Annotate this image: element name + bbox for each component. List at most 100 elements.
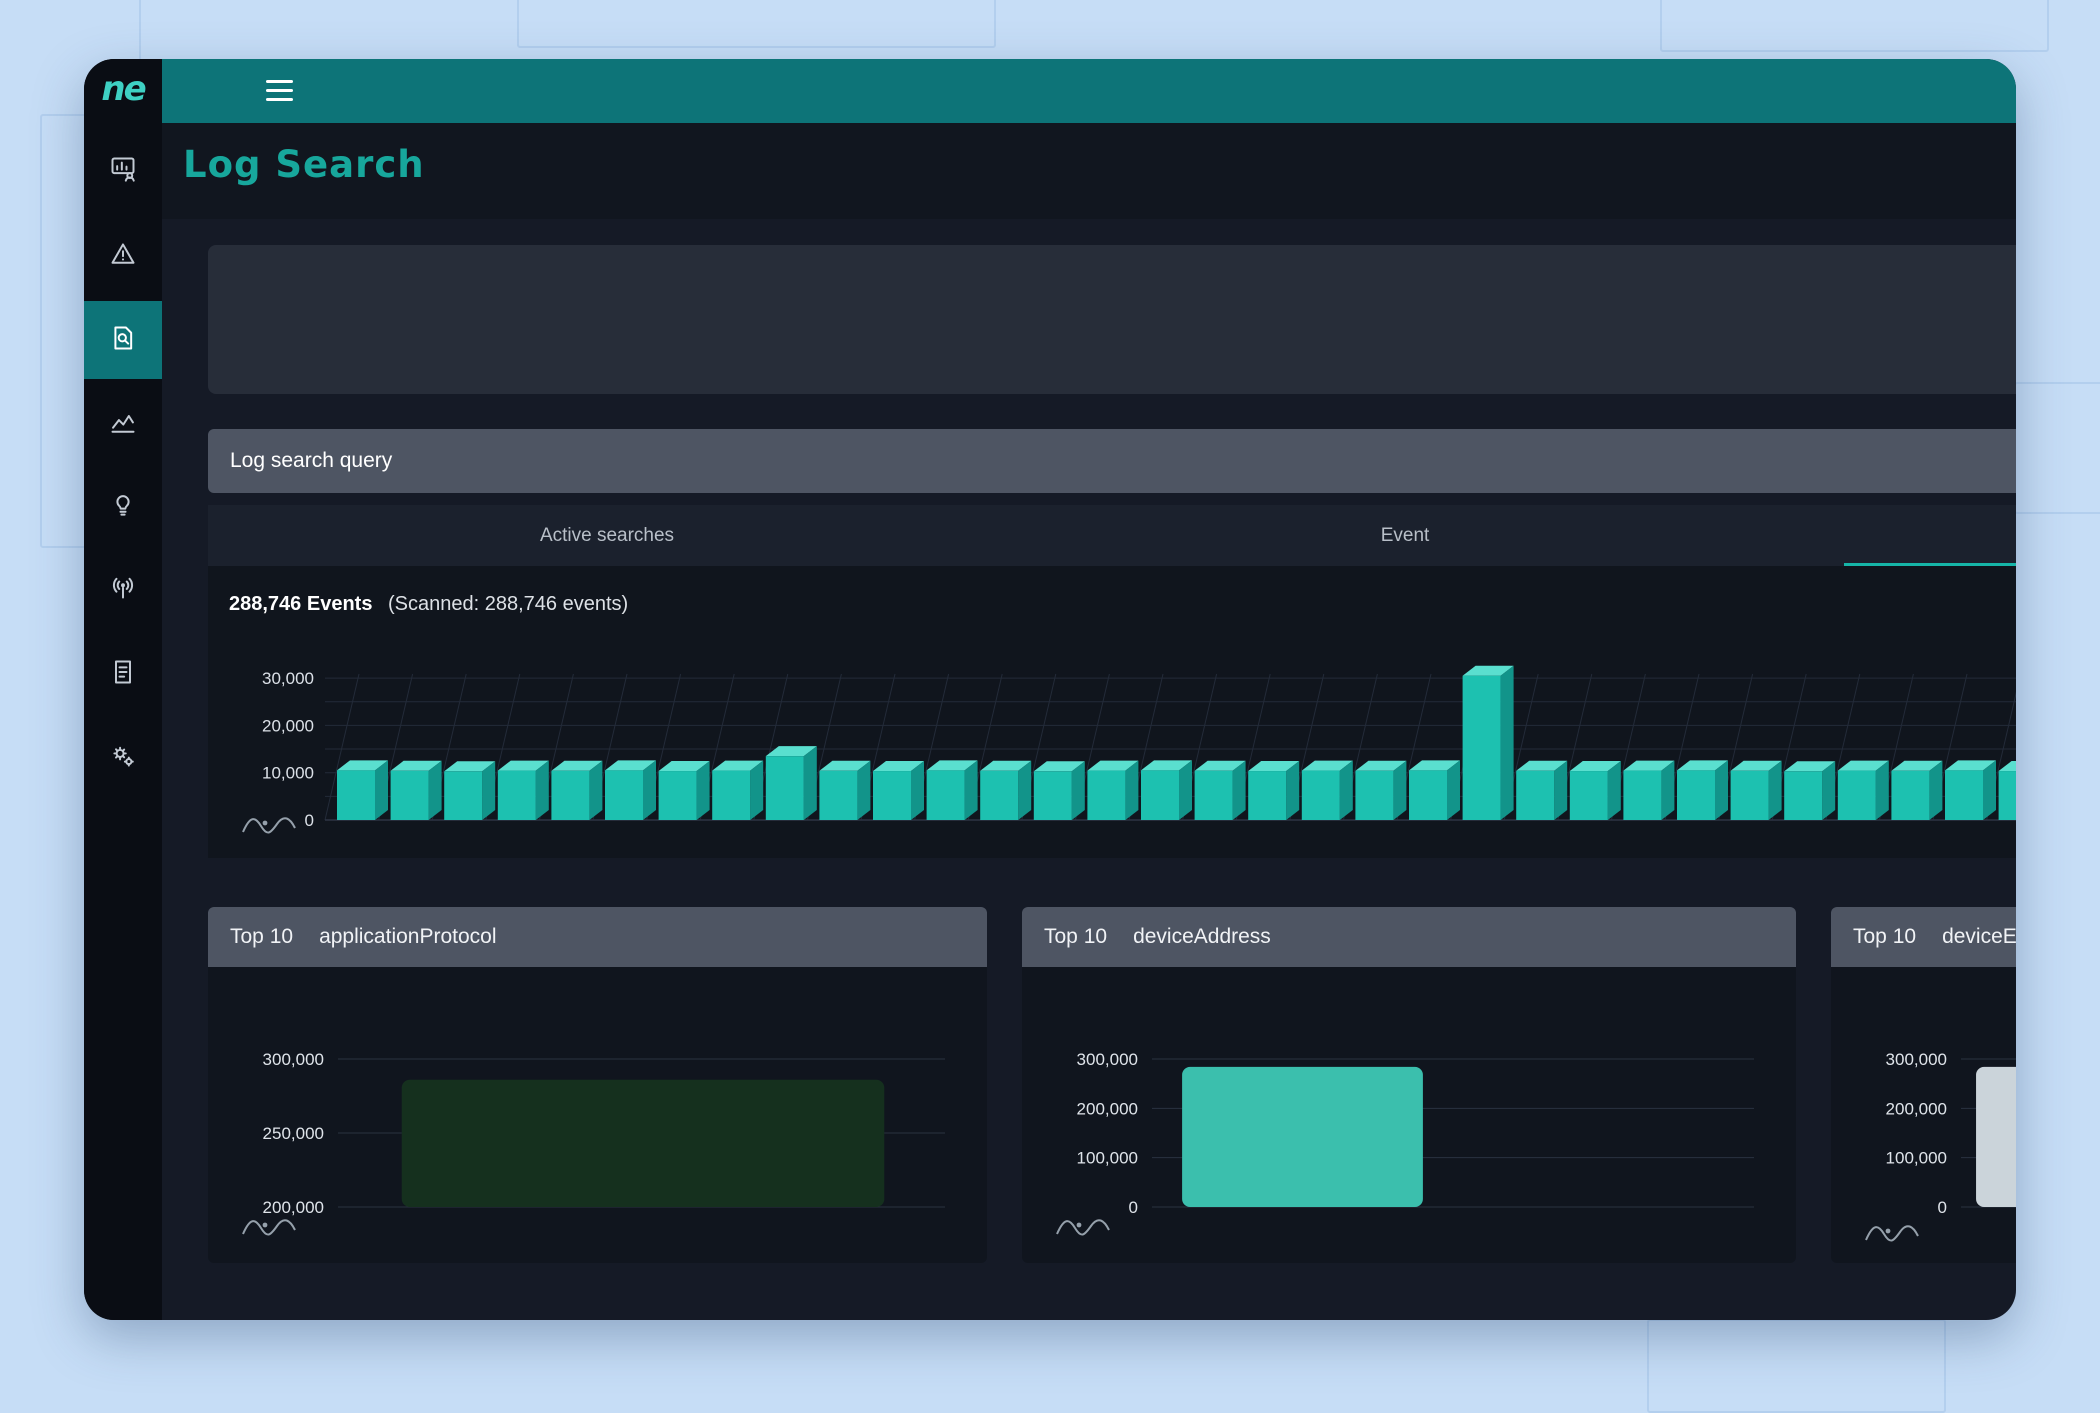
sidebar-item-log-search[interactable] [84,301,162,379]
bar-side [857,761,870,820]
bar-side [1983,760,1996,820]
tab-selected[interactable] [1804,505,2016,566]
bar [1182,1067,1423,1207]
top10-deviceEvent-panel: Top 10 deviceEv 300,000200,000100,0000 [1831,907,2016,1263]
events-scanned: (Scanned: 288,746 events) [388,593,628,615]
top10-field: applicationProtocol [319,925,496,949]
top10-deviceAddress-panel: Top 10 deviceAddress 300,000200,000100,0… [1022,907,1796,1263]
sidebar-item-trends[interactable] [84,394,162,456]
top10-prefix: Top 10 [1853,925,1916,949]
bar-side [1769,761,1782,820]
top10-field: deviceAddress [1133,925,1271,949]
bar [1302,771,1340,820]
bar [1945,770,1983,820]
sidebar-item-alerts[interactable] [84,225,162,287]
report-icon [109,658,137,691]
bar-side [1501,666,1514,820]
ideas-icon [109,489,137,522]
bar [1891,771,1929,820]
bar-side [1233,761,1246,820]
sidebar-item-insights[interactable] [84,140,162,202]
top10-field: deviceEv [1942,925,2016,949]
top10-applicationProtocol-chart[interactable]: 300,000250,000200,000 [208,967,987,1263]
log-search-icon [109,324,137,357]
bar-side [1447,760,1460,820]
tab-event[interactable]: Event [1006,505,1804,566]
bar [605,770,643,820]
alerts-icon [109,240,137,273]
sparkline-icon[interactable] [1054,1213,1116,1239]
bar-side [697,761,710,820]
background-decoration [2014,382,2100,514]
y-tick-label: 0 [1129,1198,1138,1217]
bar [337,770,375,820]
y-tick-label: 300,000 [1886,1050,1947,1069]
bar [1623,771,1661,820]
sidebar-item-report[interactable] [84,643,162,705]
y-tick-label: 300,000 [263,1050,324,1069]
bar-side [965,760,978,820]
bar-side [1286,761,1299,820]
bar [1976,1067,2016,1207]
tab-active-searches[interactable]: Active searches [208,505,1006,566]
y-tick-label: 300,000 [1077,1050,1138,1069]
bar-side [911,761,924,820]
log-search-input-area[interactable] [208,245,2016,394]
app-logo[interactable]: ne [84,69,162,109]
bar-side [429,761,442,820]
bar-side [1554,761,1567,820]
y-tick-label: 10,000 [262,764,314,783]
y-tick-label: 100,000 [1886,1149,1947,1168]
background-decoration [1647,1319,1946,1413]
bar [927,770,965,820]
bar-side [482,761,495,820]
bar-side [1125,761,1138,820]
bar [1677,770,1715,820]
broadcast-icon [109,573,137,606]
bar-side [1393,761,1406,820]
bar [391,771,429,820]
insights-icon [109,155,137,188]
sidebar-item-ideas[interactable] [84,474,162,536]
bar-top [1999,761,2016,771]
top10-deviceEvent-header[interactable]: Top 10 deviceEv [1831,907,2016,967]
bar-side [1018,761,1031,820]
bar-side [750,761,763,820]
top-bar [162,59,2016,123]
query-bar-label: Log search query [230,449,392,473]
y-tick-label: 0 [305,811,314,830]
bar [766,756,804,820]
title-band [162,123,2016,219]
hamburger-menu-icon[interactable] [266,80,293,101]
bar [1999,771,2016,820]
y-tick-label: 100,000 [1077,1149,1138,1168]
bar-side [375,760,388,820]
bar [980,771,1018,820]
bar-side [1876,761,1889,820]
y-tick-label: 30,000 [262,669,314,688]
bar [551,771,589,820]
sparkline-icon[interactable] [240,1213,302,1239]
log-search-query-bar[interactable]: Log search query [208,429,2016,493]
bar-side [1072,761,1085,820]
bar-side [536,761,549,820]
sidebar-item-settings[interactable] [84,727,162,789]
bar-side [804,746,817,820]
bar [1087,771,1125,820]
sparkline-icon[interactable] [240,811,302,837]
bar [1463,676,1501,820]
y-tick-label: 0 [1938,1198,1947,1217]
events-histogram[interactable]: 010,00020,00030,000 [230,650,2016,855]
bar [1731,771,1769,820]
bar-side [1929,761,1942,820]
top10-applicationProtocol-header[interactable]: Top 10 applicationProtocol [208,907,987,967]
top10-deviceAddress-header[interactable]: Top 10 deviceAddress [1022,907,1796,967]
events-summary: 288,746 Events (Scanned: 288,746 events) [229,593,628,616]
sparkline-icon[interactable] [1863,1219,1925,1245]
bar-side [1340,761,1353,820]
sidebar-item-broadcast[interactable] [84,558,162,620]
events-count: 288,746 Events [229,593,372,615]
bar-side [1715,760,1728,820]
top10-deviceAddress-chart[interactable]: 300,000200,000100,0000 [1022,967,1796,1263]
bar [819,771,857,820]
